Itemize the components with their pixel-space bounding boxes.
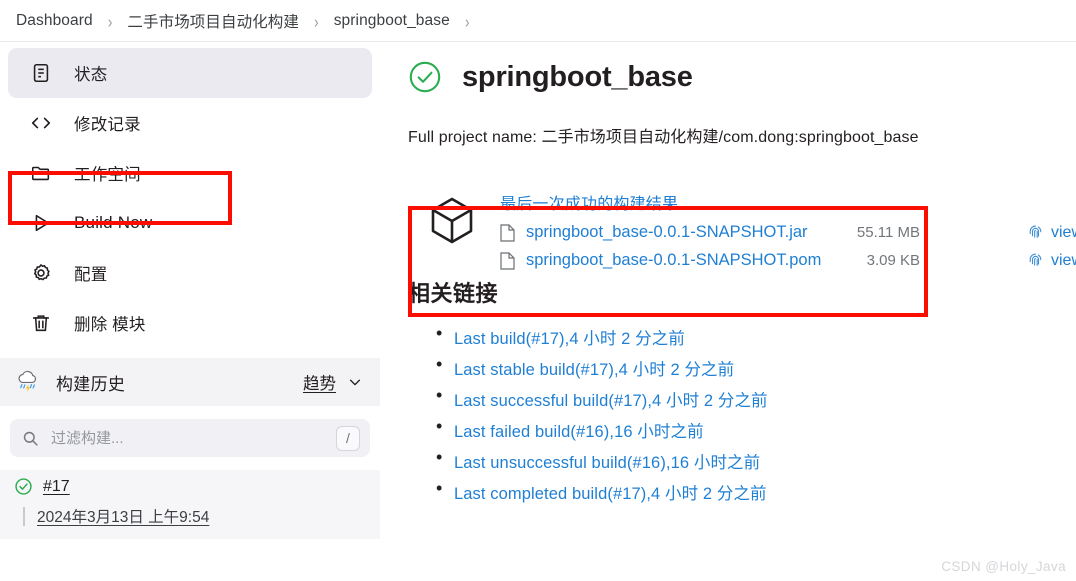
document-icon [30,62,52,84]
build-number-link[interactable]: #17 [43,478,70,496]
filter-shortcut-badge: / [336,425,360,451]
build-date-row: 2024年3月13日 上午9:54 [14,505,380,527]
trash-icon [30,312,52,334]
sidebar-item-label: 配置 [74,266,108,284]
full-project-name: Full project name: 二手市场项目自动化构建/com.dong:… [408,129,919,146]
build-history-header: 构建历史 趋势 [0,358,380,406]
related-link[interactable]: Last successful build(#17),4 小时 2 分之前 [454,392,768,410]
code-icon [30,112,52,134]
sidebar-item-label: 修改记录 [74,116,141,134]
sidebar-item-label: Build Now [74,213,153,232]
trend-label: 趋势 [303,375,336,393]
sidebar-item-workspace[interactable]: 工作空间 [8,148,372,198]
breadcrumb-separator: › [314,10,319,31]
sidebar-item-label: 工作空间 [74,166,141,184]
breadcrumb-item-dashboard[interactable]: Dashboard [14,12,95,30]
build-timeline-bar [23,506,25,526]
artifact-size: 3.09 KB [866,252,920,269]
build-history-item[interactable]: #17 2024年3月13日 上午9:54 [0,470,380,539]
related-links-title: 相关链接 [408,281,499,306]
list-item: Last failed build(#16),16 小时之前 [436,416,1076,442]
sidebar-item-build-now[interactable]: Build Now [8,198,372,248]
build-date-link[interactable]: 2024年3月13日 上午9:54 [37,505,209,527]
list-item: Last successful build(#17),4 小时 2 分之前 [436,385,1076,411]
sidebar: 状态 修改记录 工作空间 Build Now 配置 删除 模块 构建历史 趋势 … [0,48,380,581]
cube-icon [426,194,478,246]
artifact-row-inner: springboot_base-0.0.1-SNAPSHOT.jar 55.11… [500,223,1076,242]
play-icon [30,212,52,234]
breadcrumb-separator-end: › [464,10,470,31]
chevron-down-icon [348,375,362,389]
sidebar-item-label: 删除 模块 [74,316,146,334]
artifact-name-link[interactable]: springboot_base-0.0.1-SNAPSHOT.jar [526,223,808,242]
list-item: Last unsuccessful build(#16),16 小时之前 [436,447,1076,473]
related-link[interactable]: Last failed build(#16),16 小时之前 [454,423,704,441]
artifacts-heading-link[interactable]: 最后一次成功的构建结果 [500,190,1020,214]
page-title: springboot_base [462,60,693,93]
page-title-row: springboot_base [408,60,1076,94]
sidebar-item-changes[interactable]: 修改记录 [8,98,372,148]
file-icon [500,223,515,242]
build-filter-input[interactable] [51,429,336,447]
artifacts-body: 最后一次成功的构建结果 springboot_base-0.0.1-SNAPSH… [500,188,1076,270]
search-icon [22,430,39,447]
related-links-list: Last build(#17),4 小时 2 分之前 Last stable b… [408,323,1076,504]
list-item: Last completed build(#17),4 小时 2 分之前 [436,478,1076,504]
artifact-row: springboot_base-0.0.1-SNAPSHOT.jar 55.11… [500,223,1076,242]
check-circle-icon [14,477,33,496]
sidebar-item-configure[interactable]: 配置 [8,248,372,298]
sidebar-item-delete-module[interactable]: 删除 模块 [8,298,372,348]
list-item: Last stable build(#17),4 小时 2 分之前 [436,354,1076,380]
jenkins-job-page: Dashboard › 二手市场项目自动化构建 › springboot_bas… [0,0,1076,581]
breadcrumb: Dashboard › 二手市场项目自动化构建 › springboot_bas… [0,0,1076,41]
artifact-row-inner: springboot_base-0.0.1-SNAPSHOT.pom 3.09 … [500,251,1076,270]
artifact-row: springboot_base-0.0.1-SNAPSHOT.pom 3.09 … [500,251,1076,270]
build-filter-container[interactable]: / [10,419,370,457]
check-circle-icon [408,60,442,94]
gear-icon [30,262,52,284]
main-content: springboot_base Full project name: 二手市场项… [408,60,1076,511]
breadcrumb-item-folder[interactable]: 二手市场项目自动化构建 [125,10,301,32]
sidebar-nav: 状态 修改记录 工作空间 Build Now 配置 删除 模块 [0,48,380,348]
build-history-trend[interactable]: 趋势 [303,370,362,394]
build-history-list: #17 2024年3月13日 上午9:54 [0,470,380,539]
build-history-title: 构建历史 [56,374,126,394]
fingerprint-icon [1027,252,1044,269]
build-row-top: #17 [14,477,380,496]
related-link[interactable]: Last unsuccessful build(#16),16 小时之前 [454,454,760,472]
watermark: CSDN @Holy_Java [941,559,1066,574]
related-link[interactable]: Last completed build(#17),4 小时 2 分之前 [454,485,767,503]
artifact-size: 55.11 MB [856,224,920,241]
fingerprint-icon [1027,224,1044,241]
sidebar-item-status[interactable]: 状态 [8,48,372,98]
breadcrumb-divider [0,41,1076,42]
sidebar-item-label: 状态 [74,66,108,84]
artifact-view-label: view [1051,251,1076,269]
file-icon [500,251,515,270]
artifact-view-label: view [1051,223,1076,241]
artifact-view-action[interactable]: view [1027,252,1076,270]
artifact-view-action[interactable]: view [1027,224,1076,242]
breadcrumb-item-job[interactable]: springboot_base [332,12,452,30]
related-link[interactable]: Last stable build(#17),4 小时 2 分之前 [454,361,734,379]
related-link[interactable]: Last build(#17),4 小时 2 分之前 [454,330,685,348]
folder-icon [30,162,52,184]
cloud-rain-icon [14,368,42,396]
artifacts-panel: 最后一次成功的构建结果 springboot_base-0.0.1-SNAPSH… [408,178,1076,270]
breadcrumb-separator: › [107,10,113,31]
list-item: Last build(#17),4 小时 2 分之前 [436,323,1076,349]
artifact-name-link[interactable]: springboot_base-0.0.1-SNAPSHOT.pom [526,251,821,270]
